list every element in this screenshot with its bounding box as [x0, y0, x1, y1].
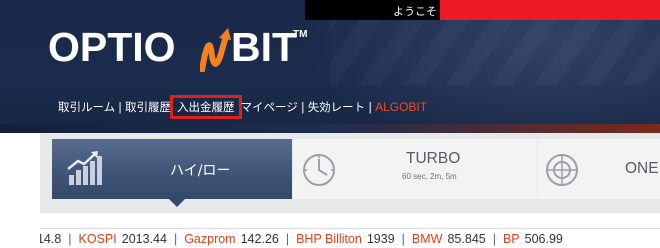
ticker-symbol: Gazprom	[184, 232, 236, 246]
nav-separator: |	[300, 100, 305, 114]
nav-item-my-page[interactable]: マイページ	[241, 99, 298, 115]
nav-item-trade-history[interactable]: 取引履歴	[125, 99, 171, 115]
ticker-value: 1939	[366, 232, 395, 246]
price-ticker: 314.8 | KOSPI 2013.44 | Gazprom 142.26 |…	[40, 228, 660, 248]
ticker-partial-value: 314.8	[40, 232, 62, 246]
ticker-separator: |	[285, 232, 290, 246]
ticker-separator: |	[492, 232, 496, 246]
ticker-symbol: BMW	[411, 232, 443, 246]
nav-item-algobit[interactable]: ALGOBIT	[375, 100, 427, 114]
ticker-item[interactable]: Gazprom 142.26	[184, 232, 279, 246]
header-bottom-accent	[0, 124, 660, 133]
account-bar	[440, 0, 660, 20]
bar-chart-icon	[67, 151, 102, 185]
ticker-symbol: KOSPI	[78, 232, 117, 246]
ticker-value: 142.26	[240, 232, 279, 246]
ticker-value: 2013.44	[121, 232, 167, 246]
trademark-symbol: TM	[293, 29, 308, 40]
logo-text-right: BIT	[231, 24, 298, 70]
clock-icon	[303, 154, 335, 186]
tab-turbo-sublabel: 60 sec, 2m, 5m	[402, 172, 457, 181]
tab-one[interactable]: ONE	[538, 139, 660, 199]
ticker-value: 85.845	[447, 232, 486, 246]
ticker-separator: |	[173, 232, 178, 246]
nav-item-expired-rates[interactable]: 失効レート	[308, 99, 366, 115]
nav-item-trading-room[interactable]: 取引ルーム	[58, 99, 115, 115]
logo-n-arrow-icon	[200, 28, 231, 72]
ticker-track: 314.8 | KOSPI 2013.44 | Gazprom 142.26 |…	[40, 232, 563, 246]
tab-hilo-label: ハイ/ロー	[170, 163, 231, 179]
ticker-separator: |	[68, 232, 72, 246]
tab-hilo[interactable]: ハイ/ロー	[52, 139, 292, 207]
nav-separator: |	[368, 100, 373, 114]
ticker-item[interactable]: BP 506.99	[503, 232, 563, 246]
ticker-value: 506.99	[524, 232, 563, 246]
welcome-text: ようこそ	[393, 5, 437, 18]
logo-text-left: OPTIO	[48, 24, 176, 70]
ticker-separator: |	[401, 232, 405, 246]
main-nav: 取引ルーム | 取引履歴 入出金履歴 マイページ | 失効レート | ALGOB…	[58, 95, 427, 119]
nav-item-deposit-withdrawal-history[interactable]: 入出金履歴	[170, 95, 242, 119]
option-type-tabs: ハイ/ロー TURBO 60 sec, 2m, 5m ONE	[40, 133, 660, 213]
tab-one-label: ONE	[625, 160, 659, 177]
ticker-item[interactable]: KOSPI 2013.44	[79, 232, 167, 246]
ticker-symbol: BHP Billiton	[296, 232, 362, 246]
optionbit-logo[interactable]: OPTIO BIT TM	[48, 22, 318, 72]
nav-separator: |	[118, 100, 123, 114]
ticker-item[interactable]: BMW 85.845	[412, 232, 486, 246]
target-icon	[546, 154, 578, 186]
ticker-symbol: BP	[502, 232, 520, 246]
tab-turbo[interactable]: TURBO 60 sec, 2m, 5m	[293, 139, 537, 199]
ticker-item[interactable]: BHP Billiton 1939	[296, 232, 395, 246]
tab-turbo-label: TURBO	[406, 150, 461, 167]
